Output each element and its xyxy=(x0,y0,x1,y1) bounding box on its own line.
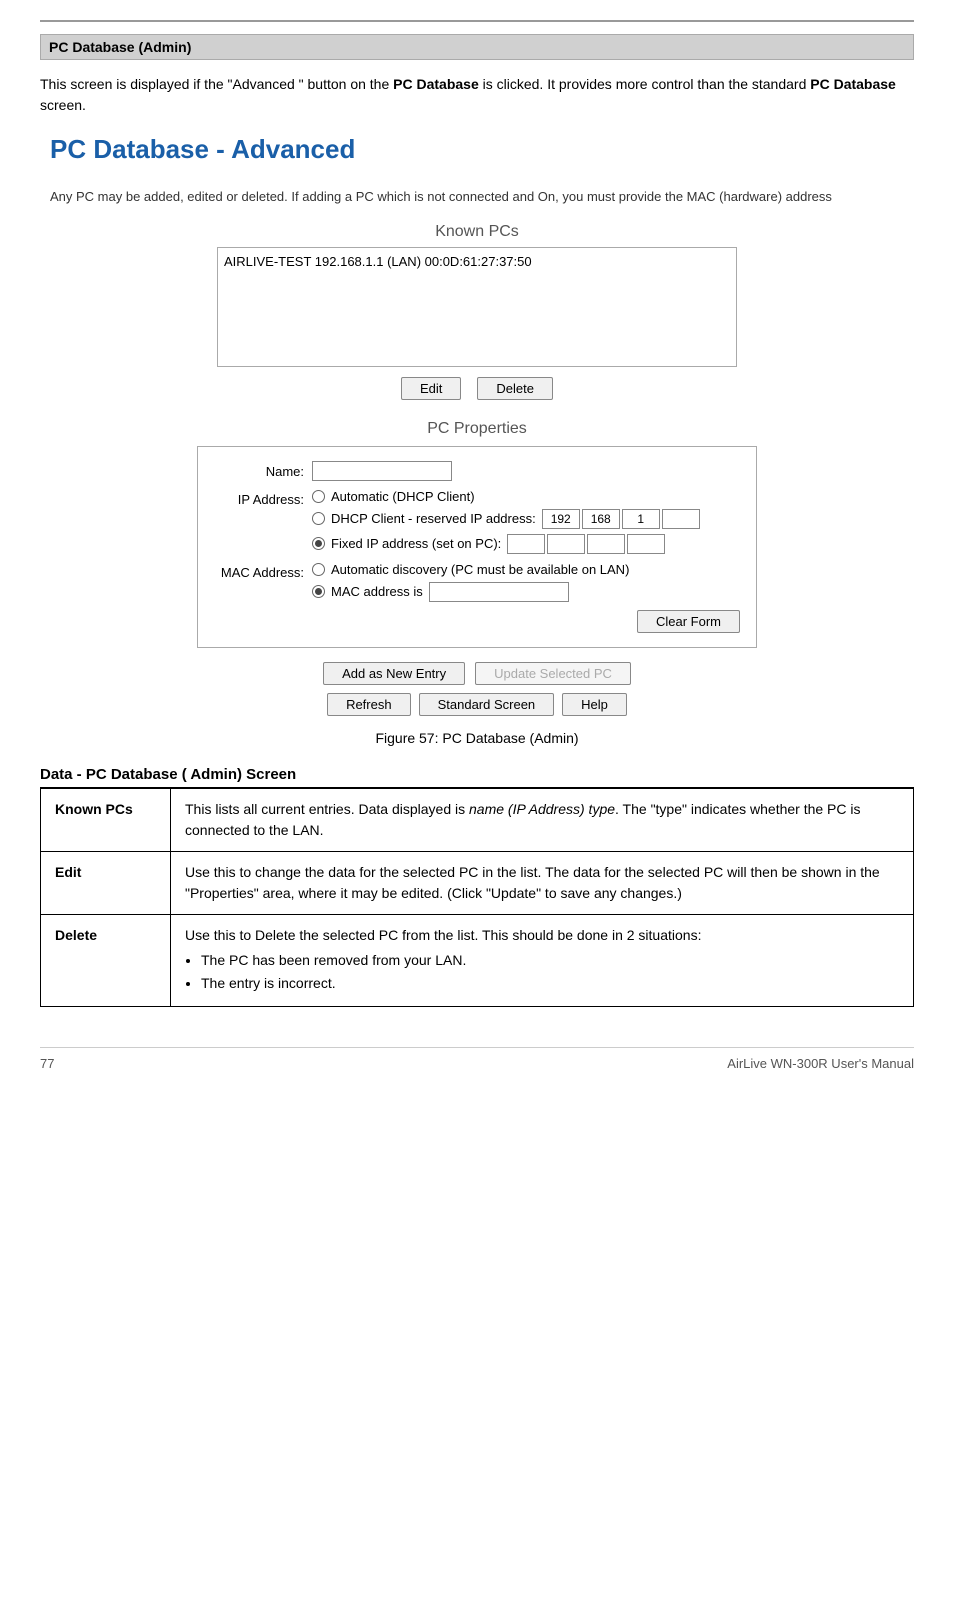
list-item: AIRLIVE-TEST 192.168.1.1 (LAN) 00:0D:61:… xyxy=(224,254,730,269)
dhcp-ip-oct2[interactable] xyxy=(582,509,620,529)
update-selected-pc-button[interactable]: Update Selected PC xyxy=(475,662,631,685)
refresh-button[interactable]: Refresh xyxy=(327,693,411,716)
ip-address-row: IP Address: Automatic (DHCP Client) DHCP… xyxy=(214,489,740,554)
description-text: Any PC may be added, edited or deleted. … xyxy=(40,181,914,213)
delete-bullet-2: The entry is incorrect. xyxy=(201,973,899,994)
delete-desc: Use this to Delete the selected PC from … xyxy=(171,914,914,1006)
edit-desc: Use this to change the data for the sele… xyxy=(171,851,914,914)
section-header: PC Database (Admin) xyxy=(40,34,914,60)
delete-term: Delete xyxy=(41,914,171,1006)
auto-dhcp-row: Automatic (DHCP Client) xyxy=(312,489,740,504)
dhcp-reserved-radio[interactable] xyxy=(312,512,325,525)
edit-delete-row: Edit Delete xyxy=(40,377,914,400)
page-title: PC Database - Advanced xyxy=(40,134,914,165)
mac-auto-label: Automatic discovery (PC must be availabl… xyxy=(331,562,629,577)
clear-form-button[interactable]: Clear Form xyxy=(637,610,740,633)
fixed-ip-radio[interactable] xyxy=(312,537,325,550)
known-pcs-heading: Known PCs xyxy=(40,223,914,241)
action-buttons-row2: Refresh Standard Screen Help xyxy=(40,693,914,716)
action-buttons-row: Add as New Entry Update Selected PC xyxy=(40,662,914,685)
edit-button[interactable]: Edit xyxy=(401,377,461,400)
pc-properties-heading: PC Properties xyxy=(40,420,914,438)
mac-auto-radio[interactable] xyxy=(312,563,325,576)
known-pcs-list[interactable]: AIRLIVE-TEST 192.168.1.1 (LAN) 00:0D:61:… xyxy=(217,247,737,367)
ip-address-label: IP Address: xyxy=(214,489,304,507)
fixed-ip-oct4[interactable] xyxy=(627,534,665,554)
mac-address-row: MAC Address: Automatic discovery (PC mus… xyxy=(214,562,740,602)
ip-address-content: Automatic (DHCP Client) DHCP Client - re… xyxy=(312,489,740,554)
data-table: Known PCs This lists all current entries… xyxy=(40,788,914,1007)
mac-manual-radio[interactable] xyxy=(312,585,325,598)
delete-desc-text: Use this to Delete the selected PC from … xyxy=(185,927,701,943)
table-row: Delete Use this to Delete the selected P… xyxy=(41,914,914,1006)
delete-bullets: The PC has been removed from your LAN. T… xyxy=(201,950,899,994)
dhcp-ip-oct1[interactable] xyxy=(542,509,580,529)
known-pcs-desc: This lists all current entries. Data dis… xyxy=(171,788,914,851)
fixed-ip-group xyxy=(507,534,665,554)
dhcp-ip-oct4[interactable] xyxy=(662,509,700,529)
mac-manual-label: MAC address is xyxy=(331,584,423,599)
mac-address-label: MAC Address: xyxy=(214,562,304,580)
standard-screen-button[interactable]: Standard Screen xyxy=(419,693,555,716)
data-section-title: Data - PC Database ( Admin) Screen xyxy=(40,766,914,788)
mac-auto-row: Automatic discovery (PC must be availabl… xyxy=(312,562,740,577)
dhcp-reserved-row: DHCP Client - reserved IP address: xyxy=(312,509,740,529)
dhcp-ip-oct3[interactable] xyxy=(622,509,660,529)
edit-term: Edit xyxy=(41,851,171,914)
name-label: Name: xyxy=(214,461,304,479)
dhcp-ip-group xyxy=(542,509,700,529)
intro-text: This screen is displayed if the "Advance… xyxy=(40,74,914,116)
properties-box: Name: IP Address: Automatic (DHCP Client… xyxy=(197,446,757,648)
fixed-ip-oct2[interactable] xyxy=(547,534,585,554)
table-row: Known PCs This lists all current entries… xyxy=(41,788,914,851)
fixed-ip-label: Fixed IP address (set on PC): xyxy=(331,536,501,551)
delete-bullet-1: The PC has been removed from your LAN. xyxy=(201,950,899,971)
figure-caption: Figure 57: PC Database (Admin) xyxy=(40,730,914,746)
manual-title: AirLive WN-300R User's Manual xyxy=(727,1056,914,1071)
help-button[interactable]: Help xyxy=(562,693,627,716)
page-number: 77 xyxy=(40,1056,54,1071)
auto-dhcp-label: Automatic (DHCP Client) xyxy=(331,489,475,504)
delete-button[interactable]: Delete xyxy=(477,377,553,400)
mac-address-content: Automatic discovery (PC must be availabl… xyxy=(312,562,740,602)
name-input[interactable] xyxy=(312,461,452,481)
fixed-ip-row: Fixed IP address (set on PC): xyxy=(312,534,740,554)
fixed-ip-oct3[interactable] xyxy=(587,534,625,554)
top-divider xyxy=(40,20,914,22)
name-row: Name: xyxy=(214,461,740,481)
mac-manual-row: MAC address is xyxy=(312,582,740,602)
mac-input[interactable] xyxy=(429,582,569,602)
add-as-new-entry-button[interactable]: Add as New Entry xyxy=(323,662,465,685)
footer: 77 AirLive WN-300R User's Manual xyxy=(40,1047,914,1071)
auto-dhcp-radio[interactable] xyxy=(312,490,325,503)
table-row: Edit Use this to change the data for the… xyxy=(41,851,914,914)
name-content xyxy=(312,461,740,481)
clear-form-row: Clear Form xyxy=(214,610,740,633)
known-pcs-term: Known PCs xyxy=(41,788,171,851)
dhcp-reserved-label: DHCP Client - reserved IP address: xyxy=(331,511,536,526)
fixed-ip-oct1[interactable] xyxy=(507,534,545,554)
